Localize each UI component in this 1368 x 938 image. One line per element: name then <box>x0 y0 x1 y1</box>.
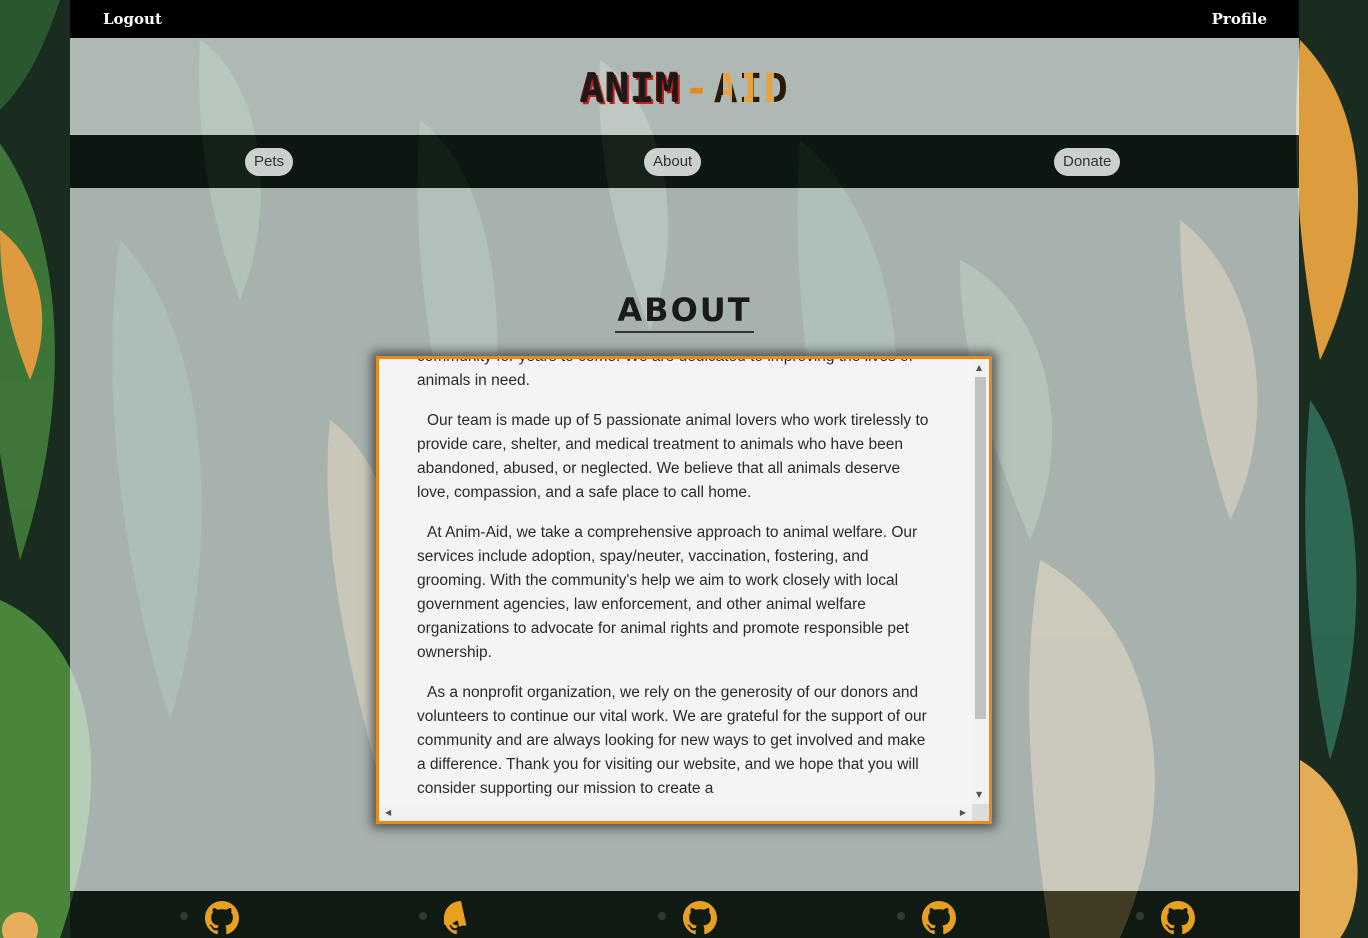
footer-dot <box>658 912 666 920</box>
scroll-left-icon[interactable]: ◀ <box>385 809 391 817</box>
brand-part-1: ANIM <box>580 66 681 112</box>
footer-dot <box>897 912 905 920</box>
brand-logo: ANIM - AID <box>70 66 1299 112</box>
github-icon[interactable] <box>205 901 239 935</box>
nav-pets-button[interactable]: Pets <box>245 148 294 176</box>
about-text: community for years to come. We are dedi… <box>417 356 937 817</box>
top-bar-inner: Logout Profile <box>70 0 1299 38</box>
nav-about-button[interactable]: About <box>644 148 702 176</box>
horizontal-scrollbar[interactable]: ◀ ▶ <box>379 804 972 821</box>
page-title-text: ABOUT <box>615 291 754 333</box>
brand-part-2: AID <box>713 66 789 112</box>
github-icon[interactable] <box>922 901 956 935</box>
footer-dot <box>1136 912 1144 920</box>
nav-donate-button[interactable]: Donate <box>1054 148 1121 176</box>
site-footer <box>70 891 1299 938</box>
about-paragraph-1: community for years to come. We are dedi… <box>417 356 913 389</box>
github-icon[interactable] <box>1161 901 1195 935</box>
page-title: ABOUT <box>70 291 1299 333</box>
vertical-scroll-thumb[interactable] <box>975 377 986 719</box>
about-scroll-box[interactable]: community for years to come. We are dedi… <box>376 356 992 824</box>
main-content: ABOUT community for years to come. We ar… <box>70 188 1299 891</box>
github-icon[interactable] <box>441 901 478 935</box>
profile-link[interactable]: Profile <box>1212 10 1267 28</box>
page: Logout Profile ANIM - AID Pets About Donat… <box>70 0 1299 938</box>
scroll-up-icon[interactable]: ▲ <box>976 364 982 372</box>
top-bar: Logout Profile <box>0 0 1368 38</box>
footer-dot <box>180 912 188 920</box>
footer-dot <box>419 912 427 920</box>
about-paragraph-3: At Anim-Aid, we take a comprehensive app… <box>417 524 918 661</box>
about-paragraph-2: Our team is made up of 5 passionate anim… <box>417 412 929 501</box>
brand-dash: - <box>684 66 710 112</box>
about-paragraph-4: As a nonprofit organization, we rely on … <box>417 684 927 797</box>
github-icon[interactable] <box>683 901 717 935</box>
scroll-down-icon[interactable]: ▼ <box>976 791 982 799</box>
main-nav: Pets About Donate <box>70 135 1299 188</box>
site-header: ANIM - AID <box>70 38 1299 135</box>
vertical-scrollbar[interactable]: ▲ ▼ <box>972 359 989 804</box>
scrollbar-corner <box>972 804 989 821</box>
logout-link[interactable]: Logout <box>103 10 162 28</box>
scroll-right-icon[interactable]: ▶ <box>960 809 966 817</box>
